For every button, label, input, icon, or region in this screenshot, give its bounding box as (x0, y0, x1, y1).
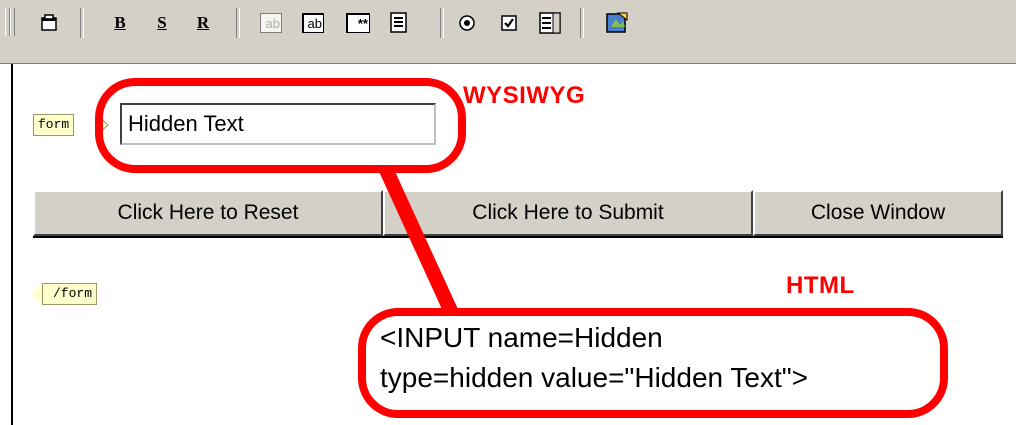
wysiwyg-label: WYSIWYG (463, 82, 586, 109)
code-line: type=hidden value="Hidden Text"> (380, 362, 809, 393)
code-line: <INPUT name=Hidden (380, 322, 663, 353)
code-callout-text: <INPUT name=Hidden type=hidden value="Hi… (380, 318, 940, 398)
html-label: HTML (786, 272, 855, 299)
callout-connector (376, 165, 462, 318)
wysiwyg-highlight-ring (95, 78, 466, 173)
